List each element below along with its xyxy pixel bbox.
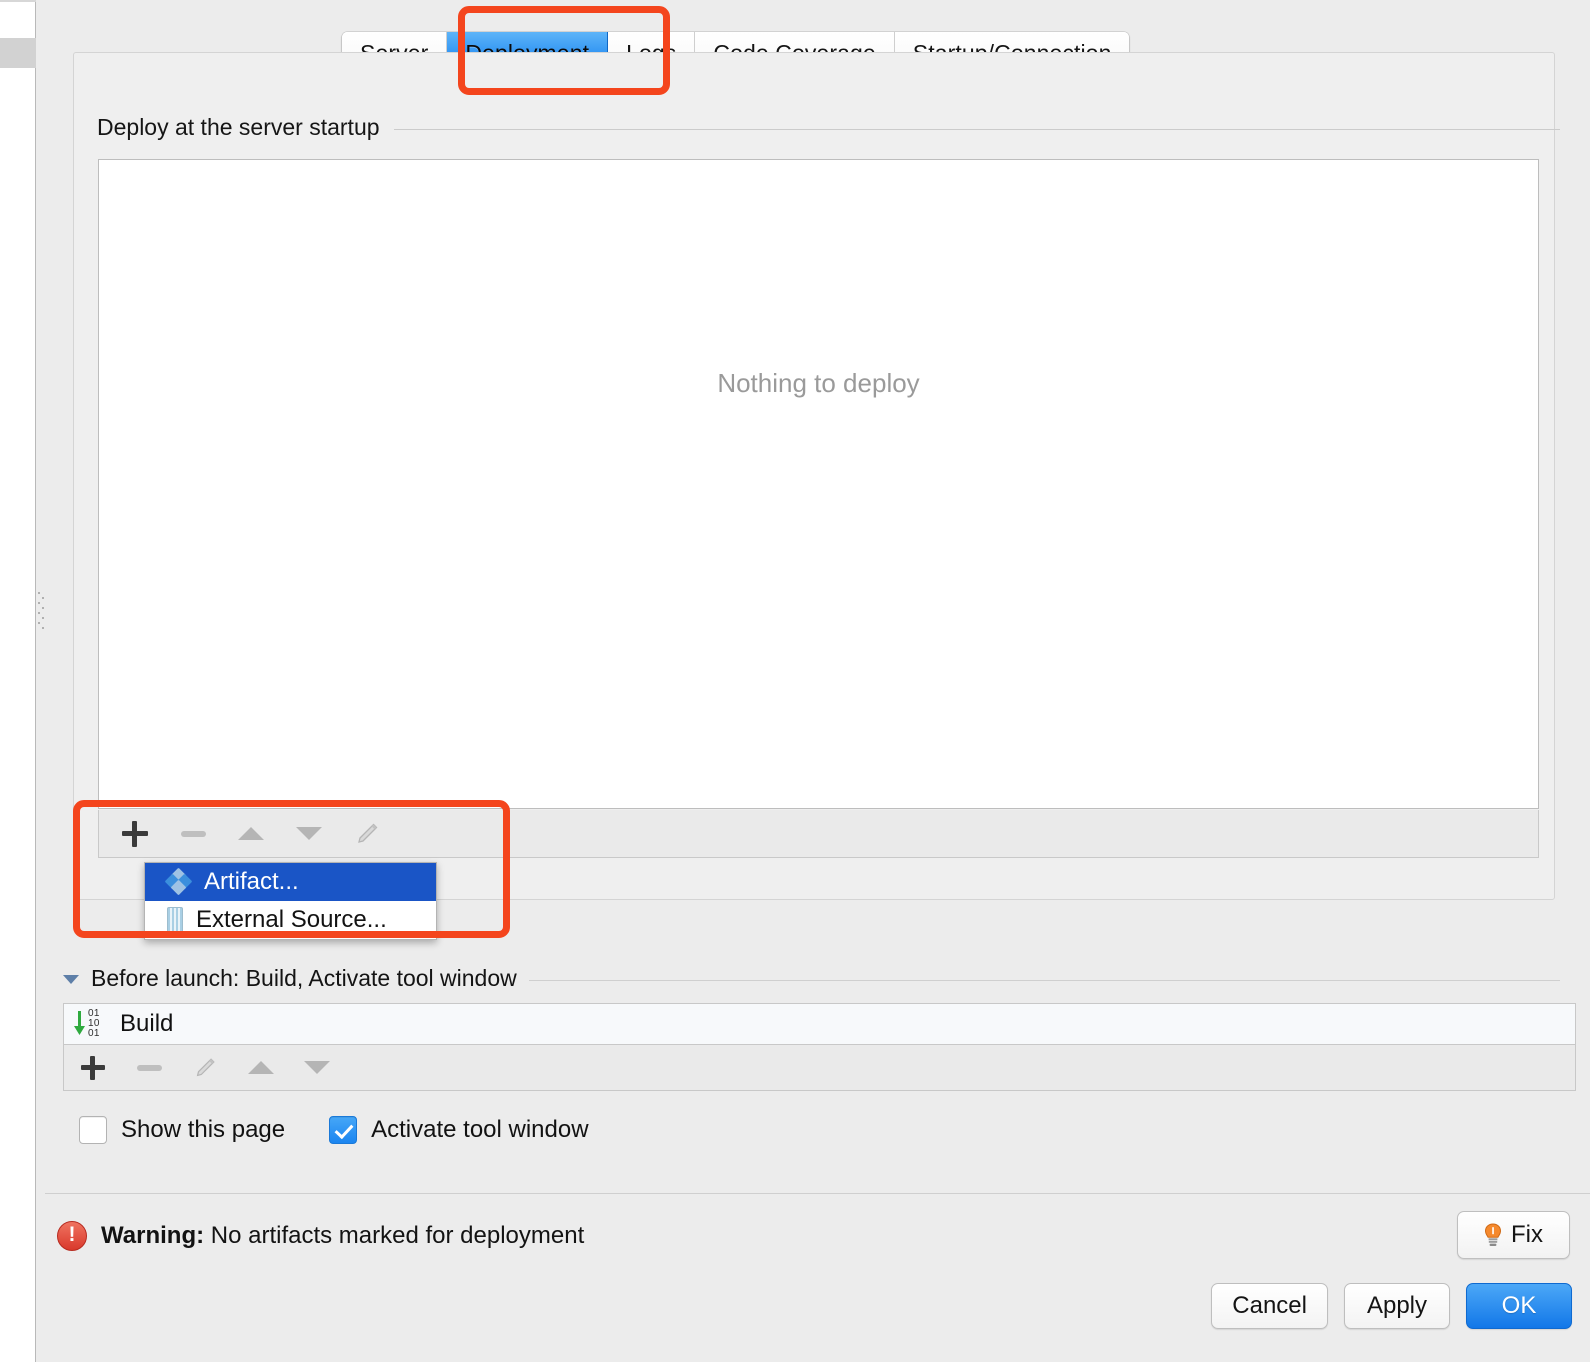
show-this-page-label: Show this page — [121, 1116, 286, 1143]
warning-row: Warning: No artifacts marked for deploym… — [57, 1215, 584, 1257]
pencil-icon — [196, 1057, 215, 1076]
plus-icon — [122, 820, 148, 847]
cancel-button[interactable]: Cancel — [1211, 1283, 1328, 1329]
plus-icon — [81, 1055, 105, 1080]
pencil-icon — [358, 823, 378, 843]
external-source-archive-icon — [167, 907, 183, 933]
options-row: Show this page Activate tool window — [79, 1110, 589, 1150]
before-launch-header: Before launch: Build, Activate tool wind… — [63, 963, 1560, 993]
build-binary-digits: 01 10 01 — [88, 1008, 100, 1039]
artifact-diamond-icon — [164, 867, 193, 896]
menu-item-external-source-label: External Source... — [196, 906, 387, 933]
deployment-artifacts-list[interactable]: Nothing to deploy — [98, 159, 1539, 809]
collapse-triangle-icon[interactable] — [63, 975, 79, 984]
triangle-down-icon — [296, 827, 322, 840]
add-artifact-button[interactable] — [118, 817, 152, 851]
move-down-button[interactable] — [292, 817, 326, 851]
tree-selected-row[interactable] — [0, 38, 36, 68]
show-this-page-checkbox[interactable] — [79, 1116, 107, 1144]
activate-tool-window-checkbox[interactable] — [329, 1116, 358, 1144]
triangle-down-icon — [304, 1061, 330, 1074]
before-launch-toolbar[interactable] — [63, 1045, 1576, 1091]
deployment-list-toolbar[interactable] — [98, 810, 1539, 858]
edit-task-button[interactable] — [188, 1051, 222, 1085]
minus-icon — [180, 830, 206, 837]
triangle-up-icon — [238, 827, 264, 840]
before-launch-divider-line — [528, 979, 1560, 981]
fix-button-label: Fix — [1511, 1221, 1543, 1248]
task-move-down-button[interactable] — [300, 1051, 334, 1085]
add-deployment-item-menu[interactable]: Artifact... External Source... — [144, 862, 437, 940]
menu-item-external-source[interactable]: External Source... — [145, 901, 436, 939]
deploy-group-label: Deploy at the server startup — [97, 113, 380, 140]
ok-button[interactable]: OK — [1466, 1283, 1572, 1329]
activate-tool-window-label: Activate tool window — [371, 1116, 589, 1143]
move-up-button[interactable] — [234, 817, 268, 851]
footer-divider — [45, 1193, 1590, 1194]
tree-top-divider — [0, 0, 36, 2]
deploy-group-header: Deploy at the server startup — [97, 113, 1560, 141]
warning-error-icon — [57, 1220, 87, 1251]
remove-task-button[interactable] — [132, 1051, 166, 1085]
warning-detail: No artifacts marked for deployment — [204, 1222, 585, 1249]
dialog-button-bar: Cancel Apply OK — [1211, 1283, 1572, 1329]
empty-list-message: Nothing to deploy — [717, 368, 920, 398]
minus-icon — [136, 1064, 162, 1071]
menu-item-artifact[interactable]: Artifact... — [145, 863, 436, 901]
panel-splitter-handle[interactable] — [38, 592, 45, 629]
run-configurations-tree-panel[interactable] — [0, 0, 36, 1362]
dialog-window: Server Deployment Logs Code Coverage Sta… — [0, 0, 1590, 1362]
before-launch-task-label: Build — [120, 1010, 174, 1037]
add-task-button[interactable] — [76, 1051, 110, 1085]
lightbulb-icon — [1484, 1222, 1502, 1248]
menu-item-artifact-label: Artifact... — [204, 868, 299, 895]
deployment-settings-panel: Server Deployment Logs Code Coverage Sta… — [45, 0, 1590, 1362]
compile-build-icon: 01 10 01 — [72, 1009, 110, 1039]
fix-button[interactable]: Fix — [1457, 1211, 1570, 1259]
warning-message: Warning: No artifacts marked for deploym… — [101, 1222, 584, 1250]
group-divider-line — [393, 128, 1560, 130]
apply-button[interactable]: Apply — [1344, 1283, 1450, 1329]
triangle-up-icon — [248, 1061, 274, 1074]
remove-artifact-button[interactable] — [176, 817, 210, 851]
task-move-up-button[interactable] — [244, 1051, 278, 1085]
before-launch-task-list[interactable]: 01 10 01 Build — [63, 1003, 1576, 1045]
edit-artifact-button[interactable] — [350, 817, 384, 851]
warning-prefix: Warning: — [101, 1222, 205, 1249]
before-launch-title: Before launch: Build, Activate tool wind… — [91, 964, 517, 991]
